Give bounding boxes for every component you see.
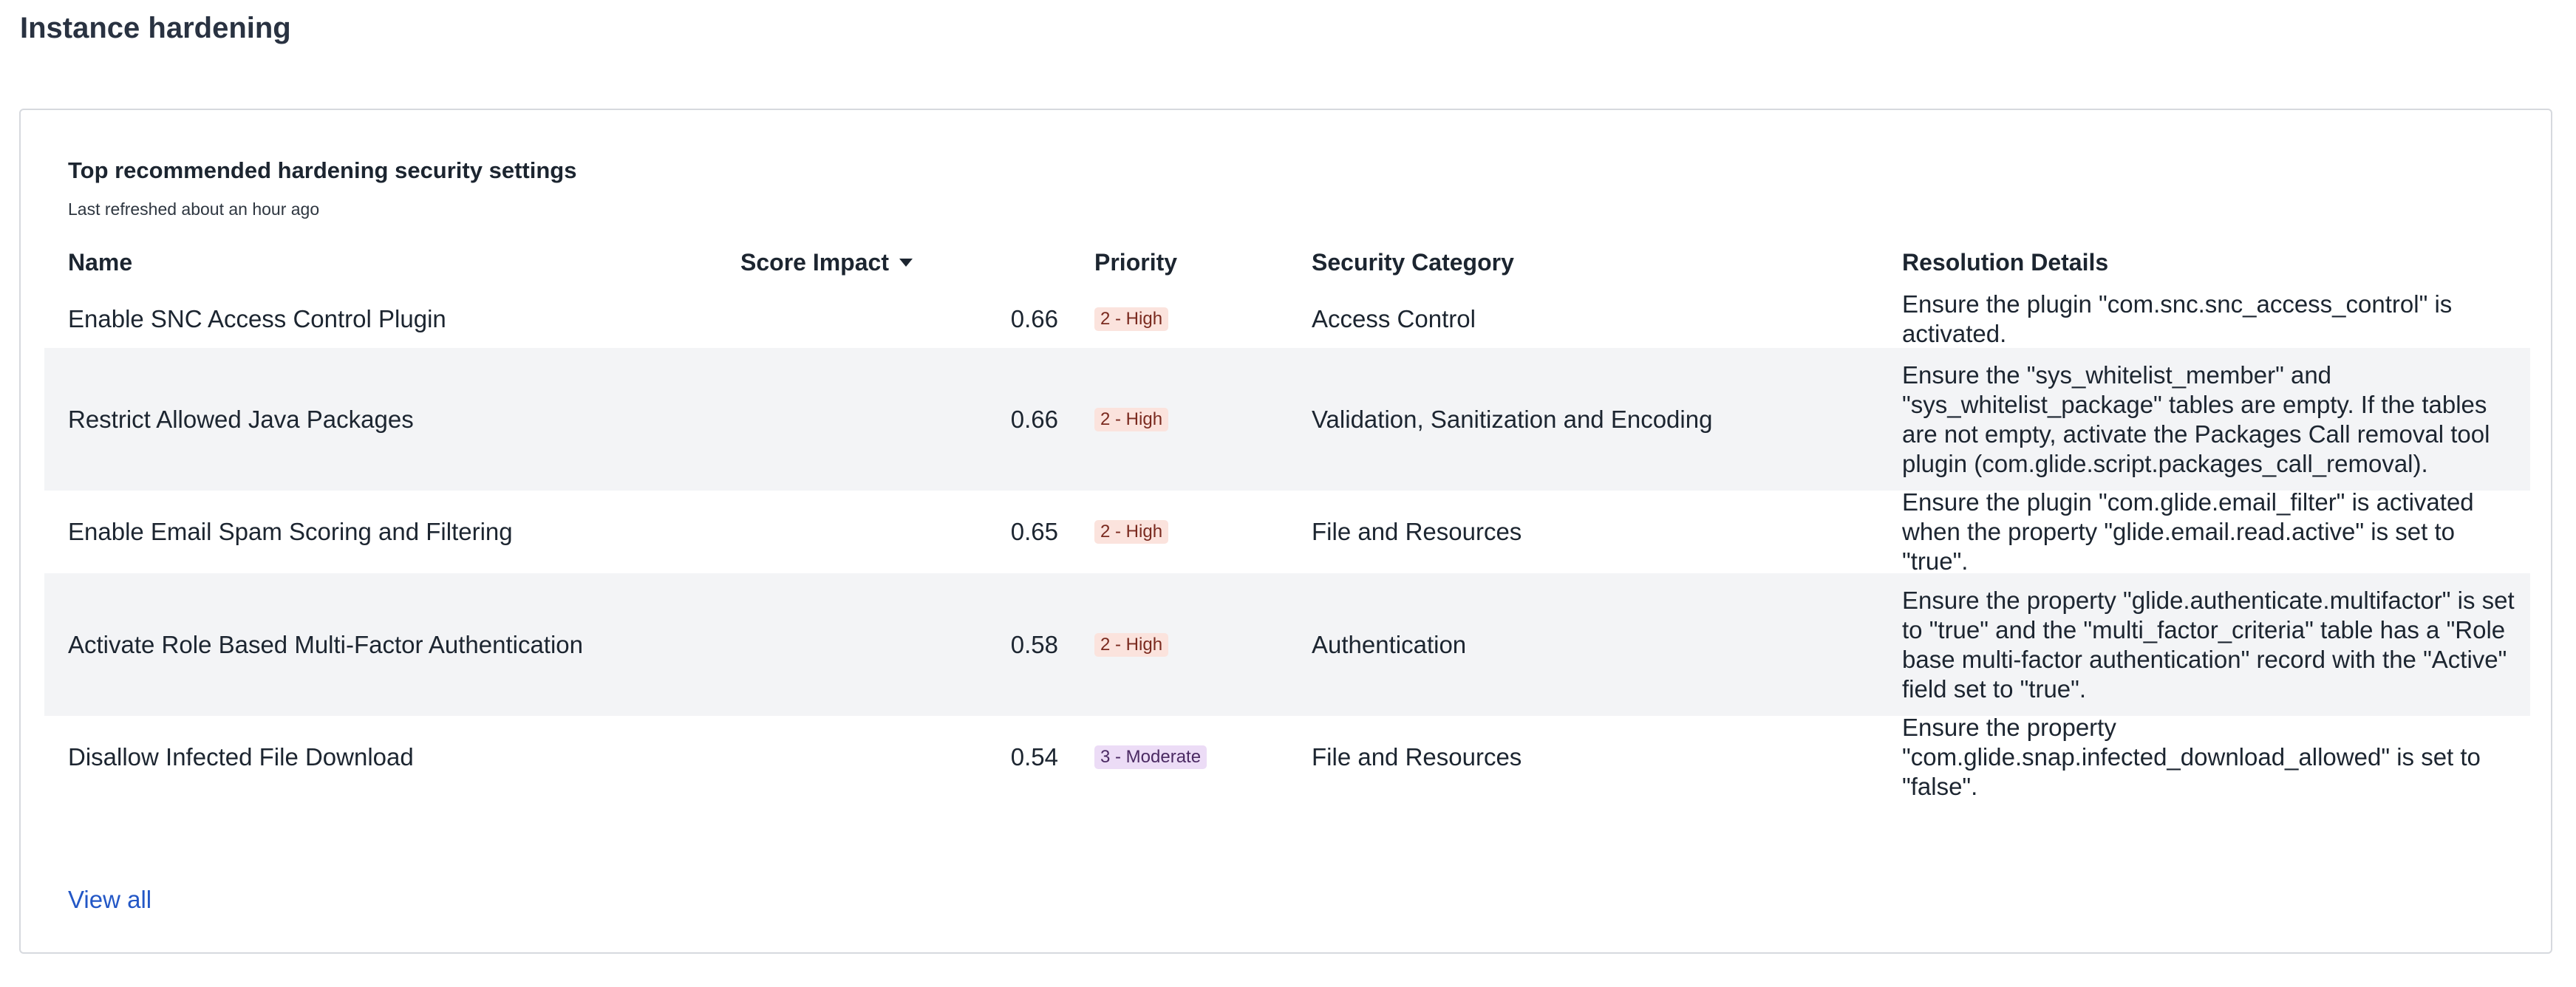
priority-badge: 2 - High [1094,407,1169,431]
column-header-resolution-details[interactable]: Resolution Details [1902,234,2530,290]
row-name: Enable SNC Access Control Plugin [68,305,446,332]
row-priority: 2 - High [1094,290,1301,348]
row-resolution-details: Ensure the property "glide.authenticate.… [1902,586,2515,703]
row-priority: 3 - Moderate [1094,716,1301,799]
priority-badge: 2 - High [1094,520,1169,544]
page-title: Instance hardening [20,12,291,44]
column-header-security-category[interactable]: Security Category [1312,234,1888,290]
table-row[interactable]: Enable SNC Access Control Plugin 0.66 2 … [44,290,2530,348]
row-security-category: File and Resources [1312,518,1522,545]
hardening-card: Top recommended hardening security setti… [19,109,2552,954]
column-header-priority[interactable]: Priority [1094,234,1301,290]
table-header-row: Name Score Impact Priority Security Cate… [44,234,2530,290]
row-security-category: Authentication [1312,630,1467,658]
row-score-impact: 0.58 [1010,630,1058,658]
row-name: Enable Email Spam Scoring and Filtering [68,518,513,545]
hardening-table: Name Score Impact Priority Security Cate… [44,234,2530,800]
row-security-category: Validation, Sanitization and Encoding [1312,405,1713,433]
row-priority: 2 - High [1094,491,1301,573]
row-resolution-details: Ensure the property "com.glide.snap.infe… [1902,714,2481,800]
row-security-category: Access Control [1312,305,1476,332]
row-security-category: File and Resources [1312,743,1522,771]
row-resolution-details: Ensure the plugin "com.glide.email_filte… [1902,488,2474,575]
table-row[interactable]: Disallow Infected File Download 0.54 3 -… [44,714,2530,800]
card-title: Top recommended hardening security setti… [68,157,577,183]
row-score-impact: 0.54 [1010,743,1058,771]
row-priority: 2 - High [1094,348,1301,491]
row-priority: 2 - High [1094,573,1301,716]
row-score-impact: 0.65 [1010,518,1058,545]
row-name: Activate Role Based Multi-Factor Authent… [68,630,584,658]
caret-down-icon [899,258,913,267]
column-header-name[interactable]: Name [68,234,718,290]
last-refreshed-text: Last refreshed about an hour ago [68,199,320,219]
row-score-impact: 0.66 [1010,405,1058,433]
table-row[interactable]: Enable Email Spam Scoring and Filtering … [44,488,2530,575]
row-name: Disallow Infected File Download [68,743,414,771]
row-resolution-details: Ensure the plugin "com.snc.snc_access_co… [1902,290,2453,347]
row-name: Restrict Allowed Java Packages [68,405,414,433]
table-row[interactable]: Activate Role Based Multi-Factor Authent… [44,573,2530,716]
table-row[interactable]: Restrict Allowed Java Packages 0.66 2 - … [44,348,2530,491]
row-score-impact: 0.66 [1010,305,1058,332]
priority-badge: 2 - High [1094,307,1169,331]
priority-badge: 3 - Moderate [1094,745,1207,769]
row-resolution-details: Ensure the "sys_whitelist_member" and "s… [1902,361,2490,477]
view-all-link[interactable]: View all [68,886,151,914]
column-header-score-impact-label: Score Impact [740,248,889,276]
priority-badge: 2 - High [1094,632,1169,657]
column-header-score-impact[interactable]: Score Impact [740,234,1073,290]
